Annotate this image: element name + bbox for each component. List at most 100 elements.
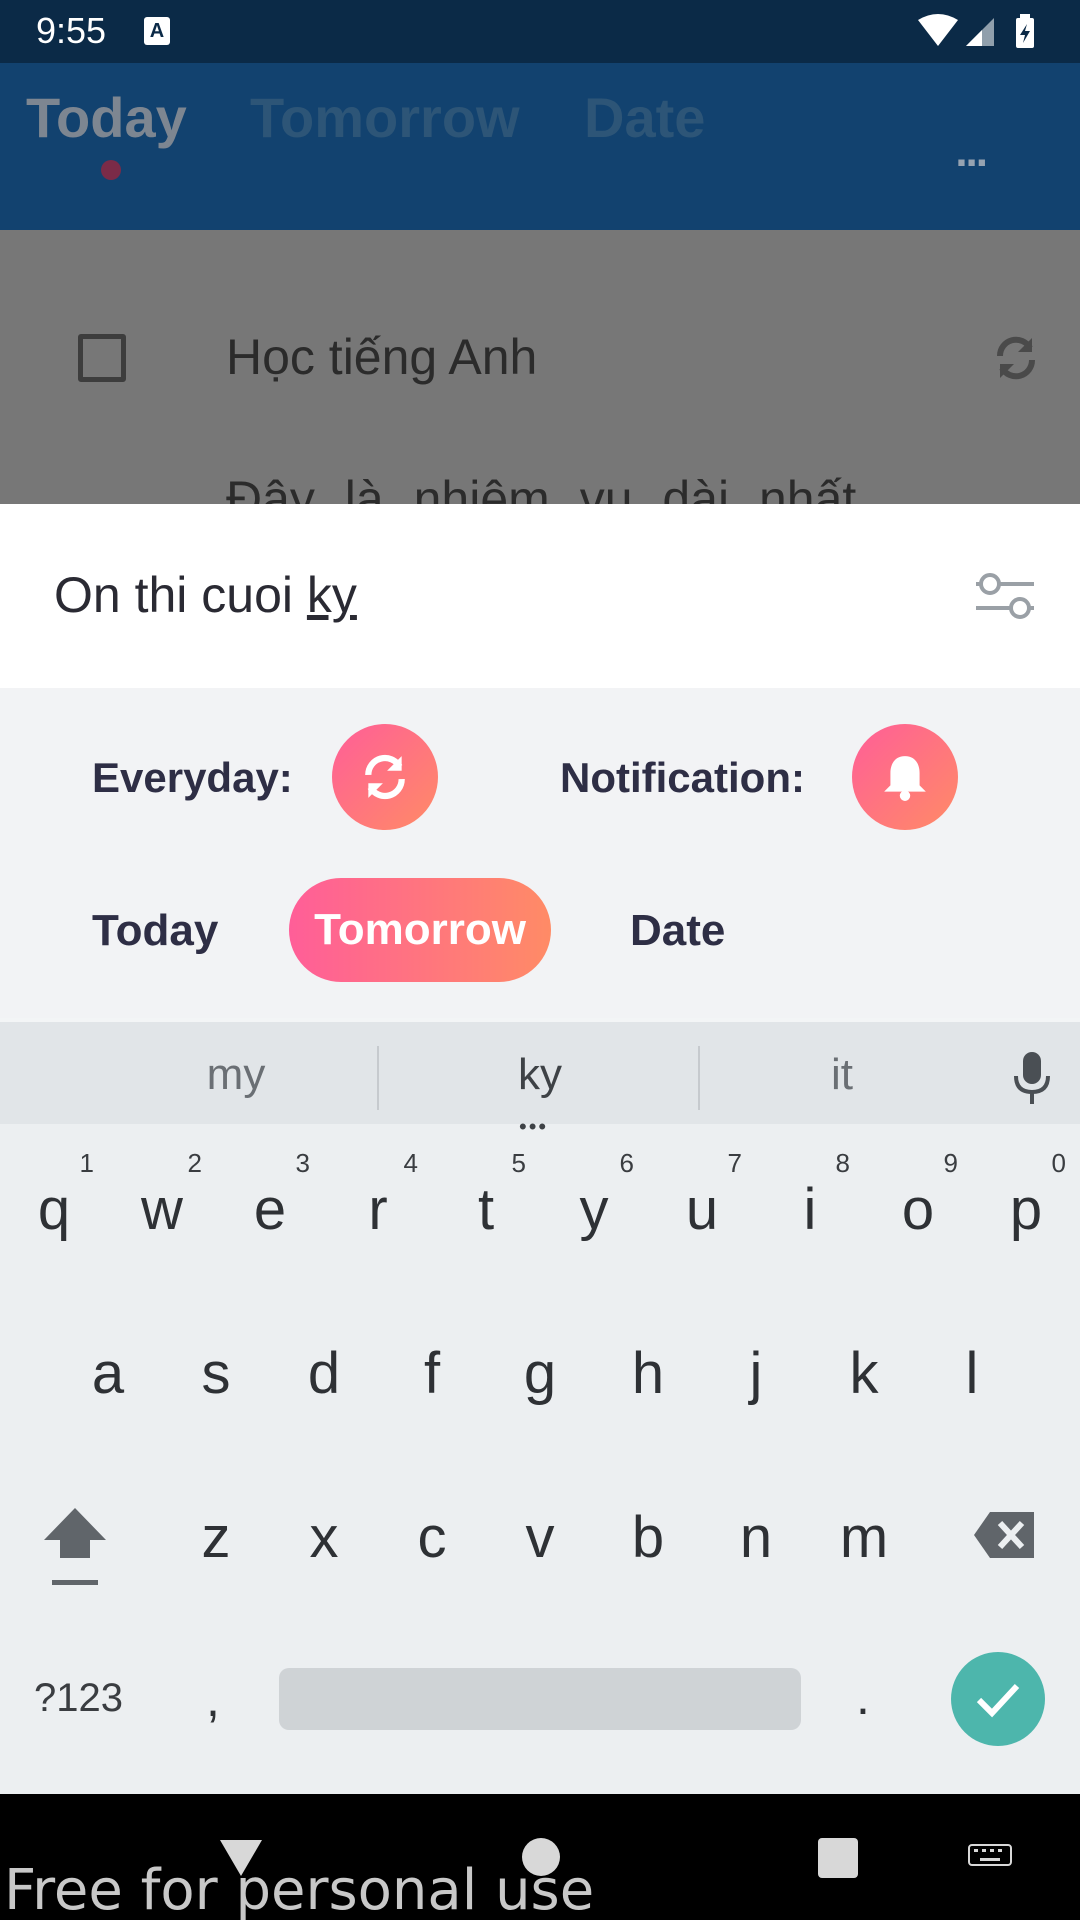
new-task-input[interactable]: On thi cuoi ky (54, 566, 357, 624)
microphone-icon[interactable] (1012, 1050, 1052, 1106)
key-label: q (37, 1177, 71, 1242)
key-s[interactable]: s (162, 1306, 270, 1426)
recents-icon[interactable] (818, 1838, 858, 1878)
suggestion-3[interactable]: it (742, 1050, 942, 1100)
status-bar: 9:55 A (0, 0, 1080, 63)
key-q[interactable]: 1q (0, 1142, 108, 1262)
suggestion-1[interactable]: my (136, 1050, 336, 1100)
key-t[interactable]: 5t (432, 1142, 540, 1262)
enter-key[interactable] (951, 1652, 1045, 1746)
key-hint: 3 (295, 1148, 310, 1178)
notification-toggle[interactable] (852, 724, 958, 830)
keyboard-notification-icon: A (144, 17, 170, 45)
key-i[interactable]: 8i (756, 1142, 864, 1262)
key-hint: 2 (187, 1148, 202, 1178)
key-label: u (685, 1177, 719, 1242)
key-j[interactable]: j (702, 1306, 810, 1426)
key-d[interactable]: d (270, 1306, 378, 1426)
task-title-2: Đây là nhiệm vụ dài nhất (226, 471, 857, 504)
key-hint: 1 (79, 1148, 94, 1178)
task-checkbox[interactable] (78, 334, 126, 382)
checkmark-icon (976, 1683, 1020, 1718)
key-label: v (525, 1505, 555, 1570)
key-hint: 7 (727, 1148, 742, 1178)
key-hint: 4 (403, 1148, 418, 1178)
keyboard-switch-icon[interactable] (968, 1844, 1012, 1872)
key-label: y (579, 1177, 609, 1242)
key-label: t (477, 1177, 495, 1242)
key-label: a (91, 1341, 125, 1406)
key-label: e (253, 1177, 287, 1242)
key-o[interactable]: 9o (864, 1142, 972, 1262)
key-x[interactable]: x (270, 1470, 378, 1590)
tab-date[interactable]: Date (584, 85, 705, 150)
key-m[interactable]: m (810, 1470, 918, 1590)
key-a[interactable]: a (54, 1306, 162, 1426)
key-v[interactable]: v (486, 1470, 594, 1590)
key-hint: 5 (511, 1148, 526, 1178)
key-label: f (423, 1341, 441, 1406)
key-label: o (901, 1177, 935, 1242)
key-label: g (523, 1341, 557, 1406)
composing-word: ky (306, 567, 357, 623)
key-e[interactable]: 3e (216, 1142, 324, 1262)
key-label: r (368, 1177, 388, 1242)
new-task-text: On thi cuoi (54, 567, 307, 623)
app-bar: Today Tomorrow Date ... (0, 63, 1080, 230)
key-r[interactable]: 4r (324, 1142, 432, 1262)
tab-tomorrow[interactable]: Tomorrow (250, 85, 520, 150)
key-label: p (1009, 1177, 1043, 1242)
key-label: c (417, 1505, 447, 1570)
suggestion-divider (377, 1046, 379, 1110)
task-list: Học tiếng Anh Đây là nhiệm vụ dài nhất (0, 230, 1080, 504)
key-n[interactable]: n (702, 1470, 810, 1590)
key-label: i (803, 1177, 817, 1242)
key-y[interactable]: 6y (540, 1142, 648, 1262)
task-title: Học tiếng Anh (226, 329, 538, 385)
shift-icon[interactable] (40, 1504, 110, 1600)
period-key[interactable]: . (856, 1668, 870, 1726)
key-z[interactable]: z (162, 1470, 270, 1590)
suggestion-2[interactable]: ky (440, 1050, 640, 1100)
more-options-icon[interactable]: ... (955, 127, 988, 177)
key-label: m (839, 1505, 889, 1570)
key-h[interactable]: h (594, 1306, 702, 1426)
key-u[interactable]: 7u (648, 1142, 756, 1262)
suggestion-bar: my ky ••• it (0, 1018, 1080, 1139)
status-time: 9:55 (36, 10, 107, 51)
key-c[interactable]: c (378, 1470, 486, 1590)
key-k[interactable]: k (810, 1306, 918, 1426)
more-suggestions-icon: ••• (519, 1114, 549, 1139)
key-label: k (849, 1341, 879, 1406)
repeat-icon (365, 754, 405, 800)
key-g[interactable]: g (486, 1306, 594, 1426)
key-p[interactable]: 0p (972, 1142, 1080, 1262)
task-options: Everyday: Notification: Today Tomorrow D… (0, 688, 1080, 1018)
tab-today[interactable]: Today (26, 85, 187, 150)
backspace-icon[interactable] (972, 1510, 1036, 1560)
space-bar[interactable] (279, 1668, 801, 1730)
date-option-today[interactable]: Today (92, 906, 218, 956)
bell-icon (884, 756, 926, 801)
key-f[interactable]: f (378, 1306, 486, 1426)
everyday-toggle[interactable] (332, 724, 438, 830)
date-option-tomorrow[interactable]: Tomorrow (289, 878, 551, 982)
key-hint: 6 (619, 1148, 634, 1178)
active-tab-indicator (101, 160, 121, 180)
new-task-sheet: On thi cuoi ky (0, 504, 1080, 688)
sliders-icon[interactable] (974, 572, 1036, 620)
wifi-icon (918, 14, 958, 46)
key-hint: 8 (835, 1148, 850, 1178)
key-label: w (141, 1177, 183, 1242)
symbols-key[interactable]: ?123 (34, 1676, 123, 1721)
comma-key[interactable]: , (206, 1670, 220, 1728)
suggestion-divider (698, 1046, 700, 1110)
soft-keyboard: my ky ••• it ?123 , . 1q2w3e4r5t6y7u8i9o… (0, 1018, 1080, 1794)
key-b[interactable]: b (594, 1470, 702, 1590)
key-label: s (201, 1341, 231, 1406)
key-w[interactable]: 2w (108, 1142, 216, 1262)
key-hint: 0 (1051, 1148, 1066, 1178)
key-label: z (201, 1505, 231, 1570)
key-l[interactable]: l (918, 1306, 1026, 1426)
date-option-date[interactable]: Date (630, 906, 725, 956)
